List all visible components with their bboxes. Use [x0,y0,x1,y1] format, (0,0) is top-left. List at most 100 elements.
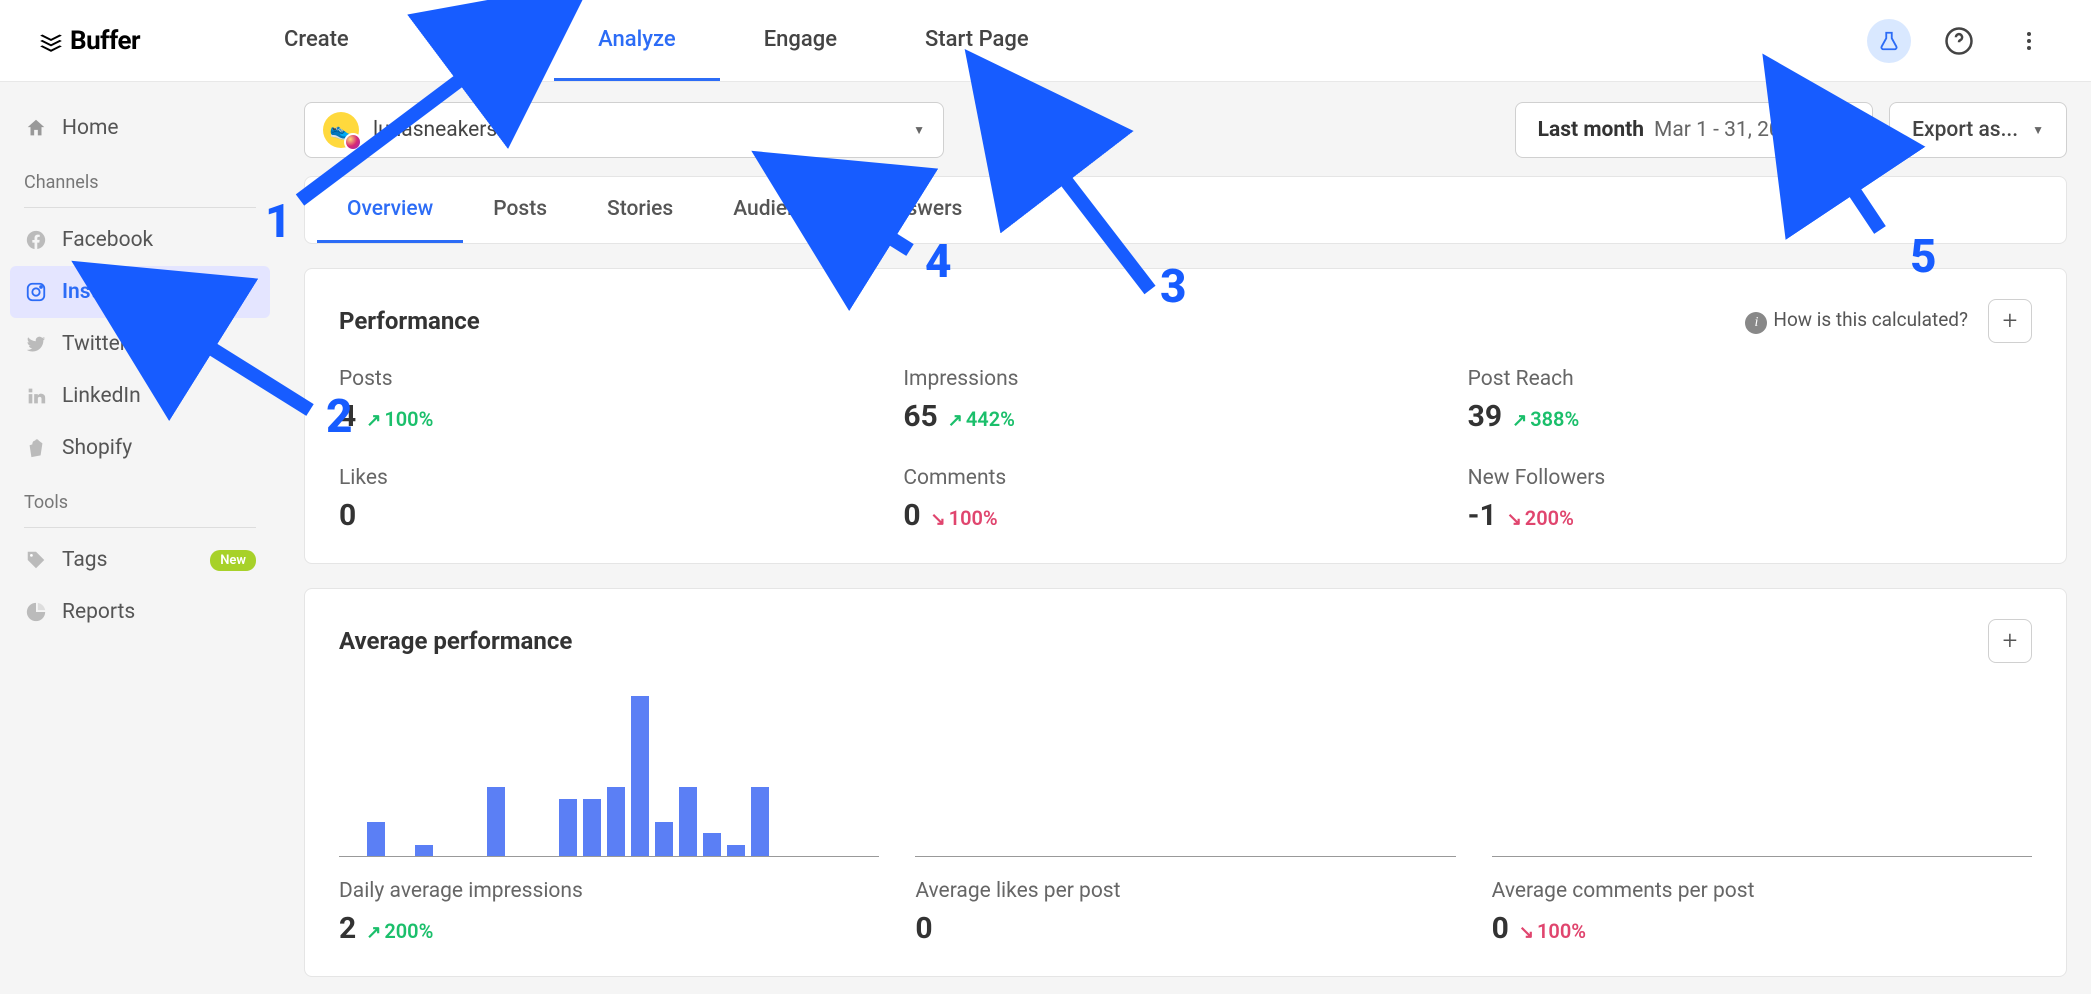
subtab-posts[interactable]: Posts [463,177,577,243]
annotation-3: 3 [1160,260,1187,314]
chart-bar [679,787,697,856]
metric-label: Post Reach [1468,367,2032,391]
chart-bar [751,787,769,856]
annotation-1: 1 [265,195,292,249]
metric-cell: New Followers -1 200% [1468,466,2032,533]
metric-value: -1 [1468,498,1497,533]
avg-change: 200% [366,919,433,943]
shopify-icon [24,437,48,459]
chevron-down-icon: ▼ [913,123,925,137]
top-controls: 👟 lunasneakers ▼ Last month Mar 1 - 31, … [304,102,2067,158]
metric-change: 200% [1507,506,1574,530]
reports-icon [24,601,48,623]
metric-label: Posts [339,367,903,391]
nav-tab-engage[interactable]: Engage [720,0,881,81]
channels-heading: Channels [10,154,270,203]
sidebar-tool-label: Tags [62,548,107,572]
divider [24,527,256,528]
account-avatar: 👟 [323,112,359,148]
avg-label: Average comments per post [1492,879,2032,903]
chart-bar [703,833,721,856]
annotation-5: 5 [1910,230,1937,284]
date-range-dates: Mar 1 - 31, 2024 [1654,118,1804,142]
avg-title: Average performance [339,627,572,655]
sidebar-channel-twitter[interactable]: Twitter / X [10,318,270,370]
how-calculated-link[interactable]: iHow is this calculated? [1745,308,1968,334]
sidebar-channel-label: LinkedIn [62,384,141,408]
avg-value: 0 [915,911,932,946]
home-icon [24,117,48,139]
nav-tab-startpage[interactable]: Start Page [881,0,1073,81]
nav-right [1867,19,2051,63]
sidebar-channel-linkedin[interactable]: LinkedIn [10,370,270,422]
annotation-2: 2 [326,390,353,444]
avg-change: 100% [1519,919,1586,943]
subtab-stories[interactable]: Stories [577,177,703,243]
performance-title: Performance [339,307,480,335]
account-selector[interactable]: 👟 lunasneakers ▼ [304,102,944,158]
add-metric-button[interactable]: + [1988,299,2032,343]
metric-label: Likes [339,466,903,490]
sidebar-channel-label: Shopify [62,436,132,460]
sidebar-tool-reports[interactable]: Reports [10,586,270,638]
instagram-badge-icon [344,133,362,151]
metric-value: 0 [339,498,356,533]
sidebar-channel-label: Instagram [62,280,158,304]
metric-label: New Followers [1468,466,2032,490]
chart-bar [727,845,745,856]
avg-value: 0 [1492,911,1509,946]
chart-bar [487,787,505,856]
chart-bar [631,696,649,856]
avg-chart-impressions: Daily average impressions 2 200% [339,687,879,946]
subtab-audience[interactable]: Audience [703,177,851,243]
nav-tab-publish[interactable]: Publish [393,0,554,81]
beaker-icon[interactable] [1867,19,1911,63]
likes-bar-chart [915,687,1455,857]
sidebar-tool-label: Reports [62,600,135,624]
metric-change: 100% [366,407,433,431]
sidebar-tool-tags[interactable]: Tags New [10,534,270,586]
sidebar: Home Channels Facebook Instagram Twitter… [0,82,280,994]
metric-cell: Posts4100% [339,367,903,434]
metric-value: 65 [903,399,937,434]
twitter-icon [24,333,48,355]
new-badge: New [210,550,256,571]
avg-chart-comments: Average comments per post 0 100% [1492,687,2032,946]
impressions-bar-chart [339,687,879,857]
help-icon[interactable] [1937,19,1981,63]
sidebar-channel-shopify[interactable]: Shopify [10,422,270,474]
tools-heading: Tools [10,474,270,523]
nav-tab-create[interactable]: Create [240,0,393,81]
subtab-answers[interactable]: Answers [851,177,992,243]
avg-chart-likes: Average likes per post 0 [915,687,1455,946]
metric-change: 442% [948,407,1015,431]
sidebar-channel-facebook[interactable]: Facebook [10,214,270,266]
metric-change: 100% [931,506,998,530]
facebook-icon [24,229,48,251]
buffer-logo-icon [38,28,64,54]
linkedin-icon [24,385,48,407]
annotation-4: 4 [925,235,952,289]
nav-tab-analyze[interactable]: Analyze [554,0,720,81]
export-label: Export as... [1912,118,2018,142]
metric-label: Comments [903,466,1467,490]
sidebar-home[interactable]: Home [10,102,270,154]
metric-change: 388% [1512,407,1579,431]
chart-bar [655,822,673,856]
instagram-icon [24,281,48,303]
metric-grid: Posts4100%Impressions65442%Post Reach393… [339,367,2032,533]
content-area: 👟 lunasneakers ▼ Last month Mar 1 - 31, … [280,82,2091,994]
add-chart-button[interactable]: + [1988,619,2032,663]
sidebar-channel-instagram[interactable]: Instagram [10,266,270,318]
date-range-selector[interactable]: Last month Mar 1 - 31, 2024 ▼ [1515,102,1874,158]
subtab-overview[interactable]: Overview [317,177,463,243]
date-range-label: Last month [1538,118,1644,142]
chart-bar [415,845,433,856]
export-button[interactable]: Export as... ▼ [1889,102,2067,158]
avg-label: Average likes per post [915,879,1455,903]
more-menu-icon[interactable] [2007,19,2051,63]
avg-value: 2 [339,911,356,946]
tag-icon [24,549,48,571]
account-name: lunasneakers [373,118,497,142]
metric-cell: Likes 0 [339,466,903,533]
